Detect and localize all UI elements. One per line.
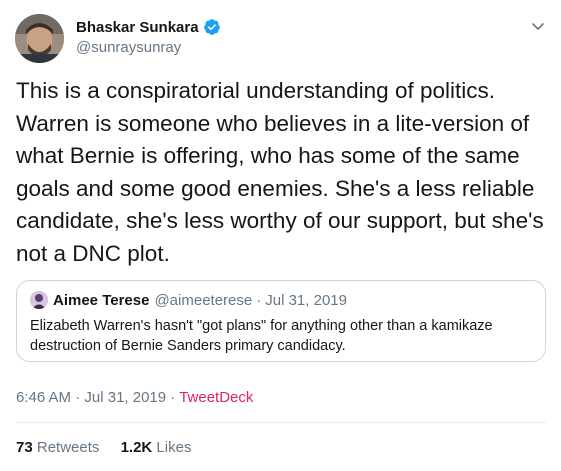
tweet-date[interactable]: Jul 31, 2019 — [84, 389, 166, 406]
meta-separator: · — [166, 389, 180, 406]
likes-count: 1.2K — [120, 439, 153, 456]
author-name[interactable]: Bhaskar Sunkara — [76, 19, 199, 36]
tweet-source-link[interactable]: TweetDeck — [179, 389, 253, 406]
author-avatar[interactable] — [15, 14, 64, 63]
retweets-count: 73 — [16, 439, 33, 456]
chevron-down-icon[interactable] — [530, 18, 546, 34]
quoted-date: Jul 31, 2019 — [265, 291, 347, 309]
quoted-tweet-text: Elizabeth Warren's hasn't "got plans" fo… — [30, 318, 493, 354]
author-handle[interactable]: @sunraysunray — [76, 39, 221, 56]
retweets-label: Retweets — [36, 439, 100, 456]
meta-separator: · — [71, 389, 85, 406]
quoted-author-name: Aimee Terese — [53, 291, 150, 309]
divider — [16, 422, 546, 423]
tweet-text: This is a conspiratorial understanding o… — [16, 78, 544, 266]
quoted-tweet-header: Aimee Terese @aimeeterese · Jul 31, 2019 — [30, 291, 347, 309]
likes-label: Likes — [156, 439, 192, 456]
tweet-time[interactable]: 6:46 AM — [16, 389, 71, 406]
likes-stat[interactable]: 1.2K Likes — [121, 439, 192, 456]
quoted-author-avatar — [30, 291, 48, 309]
tweet-stats: 73 Retweets 1.2K Likes — [16, 439, 191, 456]
tweet-meta: 6:46 AM · Jul 31, 2019 · TweetDeck — [16, 389, 253, 406]
quoted-author-handle: @aimeeterese — [154, 291, 253, 309]
author-block: Bhaskar Sunkara @sunraysunray — [76, 18, 221, 56]
tweet-card: Bhaskar Sunkara @sunraysunray This is a … — [0, 0, 561, 471]
verified-badge-icon — [203, 18, 221, 36]
retweets-stat[interactable]: 73 Retweets — [16, 439, 99, 456]
quoted-separator: · — [256, 291, 262, 309]
quoted-tweet[interactable]: Aimee Terese @aimeeterese · Jul 31, 2019… — [16, 280, 546, 362]
